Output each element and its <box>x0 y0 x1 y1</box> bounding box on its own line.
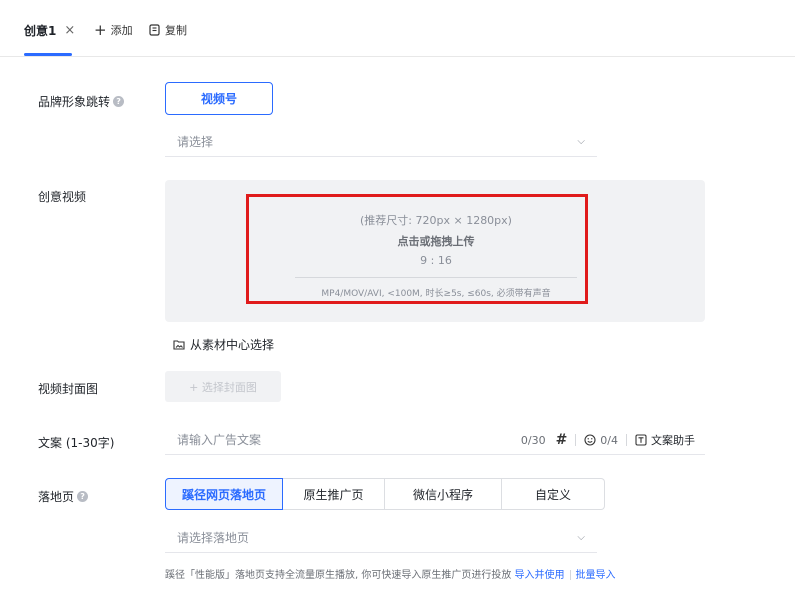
brand-redirect-label-text: 品牌形象跳转 <box>38 95 111 109</box>
link-separator <box>569 570 571 580</box>
close-icon[interactable]: × <box>64 23 75 38</box>
brand-select[interactable]: 请选择 ⌵ <box>165 127 597 157</box>
text-box-icon <box>635 434 647 446</box>
creative-video-label: 创意视频 <box>38 190 87 204</box>
copy-icon <box>149 24 160 36</box>
material-center-link[interactable]: 从素材中心选择 <box>173 336 274 353</box>
emoji-count: 0/4 <box>600 433 618 447</box>
copy-creative-label: 复制 <box>165 24 187 37</box>
creative-tabs: 创意1 × + 添加 复制 <box>0 0 795 57</box>
brand-select-placeholder: 请选择 <box>177 135 214 149</box>
hashtag-button[interactable]: # <box>556 432 568 448</box>
segment-custom[interactable]: 自定义 <box>502 478 605 510</box>
landing-hint: 蹊径「性能版」落地页支持全流量原生播放, 你可快速导入原生推广页进行投放 导入并… <box>165 566 616 581</box>
tab-creative-1[interactable]: 创意1 × <box>24 22 75 39</box>
landing-page-label-text: 落地页 <box>38 490 75 504</box>
folder-image-icon <box>173 340 185 350</box>
chevron-down-icon: ⌵ <box>577 532 585 543</box>
batch-import-link[interactable]: 批量导入 <box>576 570 616 581</box>
landing-hint-text: 蹊径「性能版」落地页支持全流量原生播放, 你可快速导入原生推广页进行投放 <box>165 570 512 581</box>
landing-type-segments: 蹊径网页落地页 原生推广页 微信小程序 自定义 <box>165 478 605 510</box>
emoji-icon[interactable] <box>584 434 596 446</box>
channels-button[interactable]: 视频号 <box>165 82 273 115</box>
select-cover-button[interactable]: + 选择封面图 <box>165 371 281 402</box>
chevron-down-icon: ⌵ <box>577 136 585 147</box>
copy-creative-button[interactable]: 复制 <box>149 22 187 38</box>
add-creative-label: 添加 <box>110 24 133 37</box>
active-tab-underline <box>24 53 72 56</box>
copy-text-field: 0/30 # 0/4 文案助手 <box>165 425 705 455</box>
copy-tools: 0/30 # 0/4 文案助手 <box>521 432 695 448</box>
help-icon[interactable]: ? <box>77 491 89 502</box>
tool-separator <box>575 434 577 446</box>
segment-native-promo[interactable]: 原生推广页 <box>283 478 385 510</box>
material-center-label: 从素材中心选择 <box>190 338 275 352</box>
help-icon[interactable]: ? <box>113 96 125 107</box>
copy-assistant-button[interactable]: 文案助手 <box>635 432 695 448</box>
add-creative-button[interactable]: + 添加 <box>94 22 133 38</box>
tab-creative-1-label: 创意1 <box>24 24 57 38</box>
segment-wechat-miniprogram[interactable]: 微信小程序 <box>385 478 502 510</box>
import-and-use-link[interactable]: 导入并使用 <box>515 570 565 581</box>
landing-page-select[interactable]: 请选择落地页 ⌵ <box>165 523 597 553</box>
video-cover-label: 视频封面图 <box>38 382 99 396</box>
landing-page-label: 落地页 ? <box>38 488 89 505</box>
segment-xijing-landing[interactable]: 蹊径网页落地页 <box>165 478 283 510</box>
copy-text-label: 文案 (1-30字) <box>38 436 115 450</box>
tool-separator <box>626 434 627 446</box>
copy-assistant-label: 文案助手 <box>651 434 695 447</box>
brand-redirect-label: 品牌形象跳转 ? <box>38 93 125 110</box>
copy-text-input[interactable] <box>177 430 467 450</box>
char-count: 0/30 <box>520 433 546 447</box>
plus-icon: + <box>94 21 107 39</box>
landing-select-placeholder: 请选择落地页 <box>177 531 250 545</box>
highlight-box <box>246 194 588 304</box>
